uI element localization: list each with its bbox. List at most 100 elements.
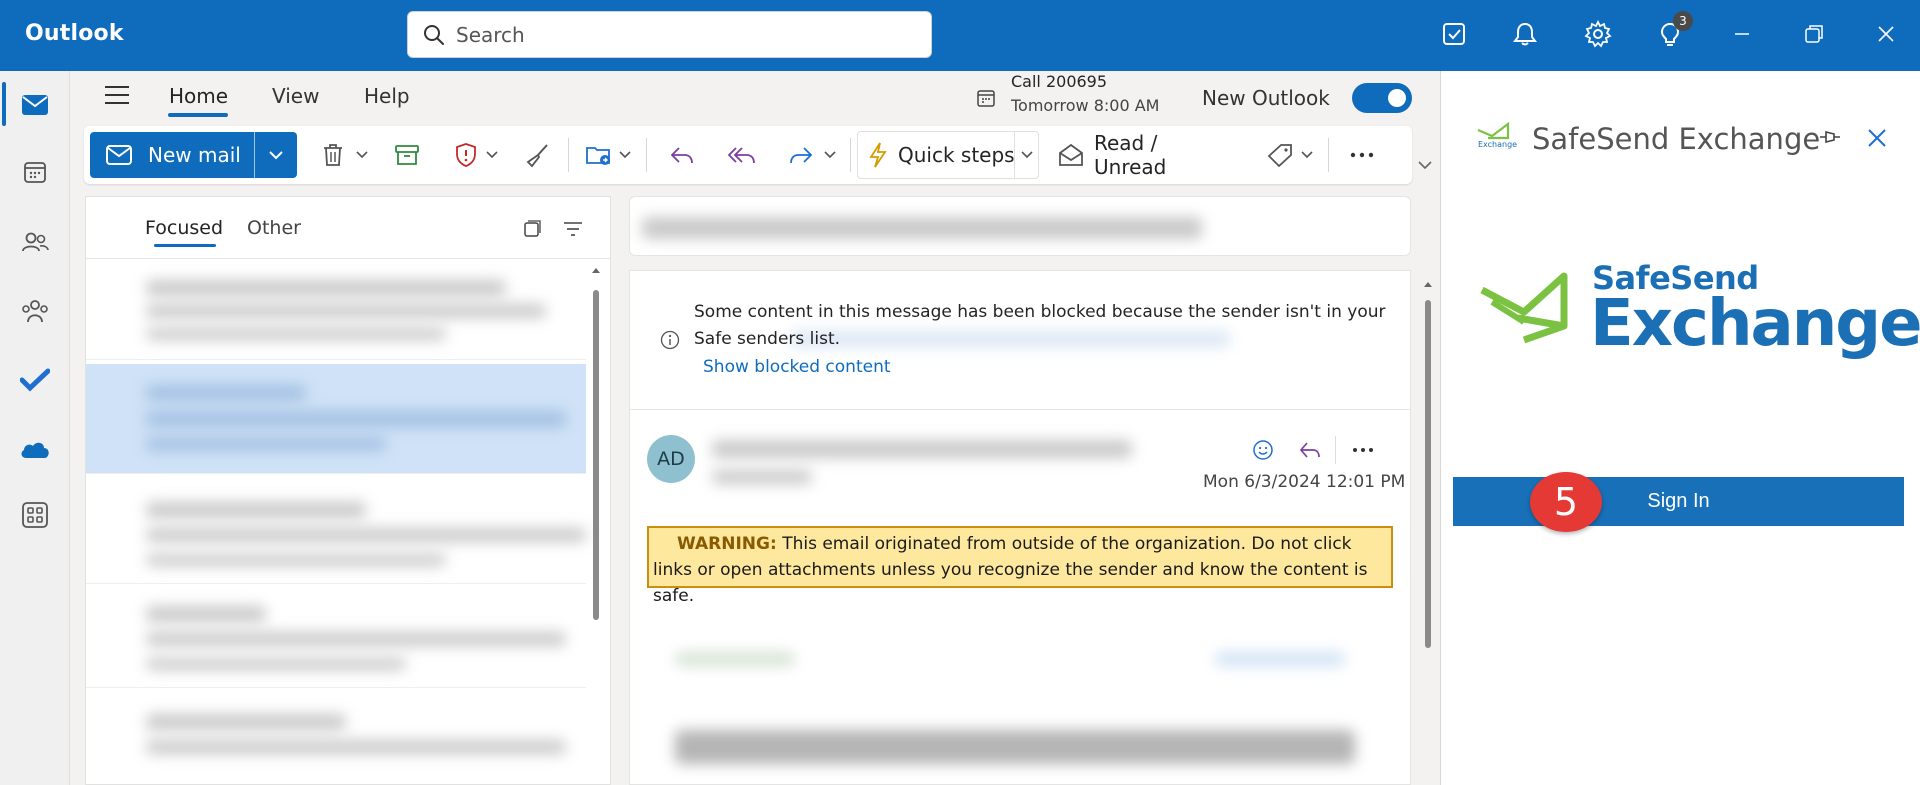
reply-all-icon bbox=[727, 144, 757, 166]
tab-focused[interactable]: Focused bbox=[145, 217, 223, 239]
read-unread-button[interactable]: Read / Unread bbox=[1058, 131, 1234, 179]
groups-icon[interactable] bbox=[10, 286, 60, 336]
move-button[interactable] bbox=[580, 136, 636, 174]
title-bar bbox=[0, 0, 1920, 71]
safesend-logo-mark bbox=[1478, 272, 1570, 344]
reply-button[interactable] bbox=[662, 136, 702, 174]
small-logo-text: Exchange bbox=[1478, 140, 1518, 149]
reply-icon bbox=[669, 144, 695, 166]
tab-view[interactable]: View bbox=[272, 84, 319, 108]
tag-button[interactable] bbox=[1262, 136, 1318, 174]
sweep-button[interactable] bbox=[520, 136, 556, 174]
safesend-small-logo: Exchange bbox=[1474, 120, 1518, 156]
message-body bbox=[655, 630, 1395, 785]
ribbon-separator bbox=[646, 138, 647, 172]
calendar-reminder-icon[interactable] bbox=[976, 88, 996, 108]
search-input[interactable] bbox=[456, 20, 916, 50]
quick-steps-dropdown[interactable] bbox=[1014, 132, 1038, 178]
search-box[interactable] bbox=[407, 11, 932, 58]
action-separator bbox=[1335, 436, 1336, 464]
app-title: Outlook bbox=[25, 21, 124, 46]
avatar[interactable]: AD bbox=[647, 435, 695, 483]
apps-icon[interactable] bbox=[10, 490, 60, 540]
report-button[interactable] bbox=[448, 136, 504, 174]
hamburger-menu-icon[interactable] bbox=[103, 84, 131, 106]
new-outlook-toggle[interactable] bbox=[1352, 83, 1412, 113]
more-icon bbox=[1350, 152, 1374, 158]
archive-button[interactable] bbox=[388, 136, 426, 174]
onedrive-icon[interactable] bbox=[10, 425, 60, 475]
forward-icon bbox=[788, 144, 814, 166]
report-icon bbox=[454, 142, 478, 168]
delete-icon bbox=[320, 142, 346, 168]
new-mail-button[interactable]: New mail bbox=[90, 132, 254, 178]
new-mail-label: New mail bbox=[148, 143, 241, 167]
delete-button[interactable] bbox=[316, 136, 372, 174]
scroll-up-icon[interactable] bbox=[591, 266, 601, 274]
subject-bar bbox=[629, 196, 1411, 256]
reminder-title[interactable]: Call 200695 bbox=[1011, 72, 1107, 91]
envelope-open-icon bbox=[1058, 143, 1084, 167]
more-button[interactable] bbox=[1342, 136, 1382, 174]
tag-icon bbox=[1267, 143, 1293, 167]
bell-icon[interactable] bbox=[1505, 14, 1545, 54]
step-badge: 5 bbox=[1530, 472, 1602, 532]
warning-label: WARNING: bbox=[677, 534, 777, 554]
info-icon bbox=[660, 330, 680, 350]
pin-icon[interactable] bbox=[1818, 128, 1842, 146]
chevron-down-icon bbox=[269, 151, 283, 160]
forward-button[interactable] bbox=[782, 136, 842, 174]
sign-in-button[interactable]: Sign In bbox=[1453, 477, 1904, 526]
tips-badge: 3 bbox=[1673, 11, 1693, 31]
tab-home[interactable]: Home bbox=[169, 84, 228, 108]
search-icon bbox=[423, 24, 445, 46]
rail-active-marker bbox=[2, 82, 6, 126]
pane-divider bbox=[630, 409, 1410, 410]
reply-all-button[interactable] bbox=[722, 136, 762, 174]
scroll-up-icon[interactable] bbox=[1423, 280, 1433, 288]
sweep-icon bbox=[525, 142, 551, 168]
restore-icon[interactable] bbox=[1794, 14, 1834, 54]
list-item[interactable] bbox=[86, 588, 586, 688]
minimize-icon[interactable] bbox=[1722, 14, 1762, 54]
mail-icon[interactable] bbox=[10, 80, 60, 130]
list-header-divider bbox=[86, 258, 610, 259]
list-item[interactable] bbox=[86, 264, 586, 360]
new-mail-dropdown[interactable] bbox=[255, 132, 297, 178]
ribbon-separator bbox=[1328, 138, 1329, 172]
lightning-icon bbox=[868, 141, 888, 169]
filter-icon[interactable] bbox=[563, 221, 583, 237]
people-icon[interactable] bbox=[10, 217, 60, 267]
new-outlook-label: New Outlook bbox=[1202, 86, 1330, 110]
external-warning-banner: WARNING: This email originated from outs… bbox=[647, 526, 1393, 606]
list-item[interactable] bbox=[86, 364, 586, 474]
move-icon bbox=[585, 143, 613, 167]
show-blocked-content-link[interactable]: Show blocked content bbox=[703, 357, 891, 377]
emoji-icon[interactable] bbox=[1245, 432, 1281, 468]
ribbon-expand-icon[interactable] bbox=[1417, 160, 1433, 170]
tab-other[interactable]: Other bbox=[247, 217, 301, 239]
tab-focused-underline bbox=[154, 244, 216, 247]
new-mail-split-button: New mail bbox=[90, 132, 297, 178]
close-icon[interactable] bbox=[1866, 14, 1906, 54]
new-mail-icon bbox=[106, 145, 132, 165]
todo-icon[interactable] bbox=[1434, 14, 1474, 54]
quick-steps-button[interactable]: Quick steps bbox=[857, 131, 1039, 179]
gear-icon[interactable] bbox=[1578, 14, 1618, 54]
more-icon[interactable] bbox=[1345, 432, 1381, 468]
list-item[interactable] bbox=[86, 484, 586, 584]
read-unread-label: Read / Unread bbox=[1094, 131, 1167, 179]
calendar-icon[interactable] bbox=[10, 147, 60, 197]
close-icon[interactable] bbox=[1866, 127, 1888, 149]
tab-help[interactable]: Help bbox=[364, 84, 410, 108]
reading-pane-scrollbar-thumb[interactable] bbox=[1425, 300, 1431, 648]
list-scrollbar-thumb[interactable] bbox=[593, 290, 599, 620]
todo-icon[interactable] bbox=[10, 355, 60, 405]
addin-panel bbox=[1440, 71, 1920, 785]
select-icon[interactable] bbox=[522, 219, 542, 239]
list-item[interactable] bbox=[86, 694, 586, 785]
reply-icon[interactable] bbox=[1292, 432, 1328, 468]
ribbon-separator bbox=[850, 138, 851, 172]
ribbon-separator bbox=[568, 138, 569, 172]
tab-home-underline bbox=[168, 113, 228, 117]
